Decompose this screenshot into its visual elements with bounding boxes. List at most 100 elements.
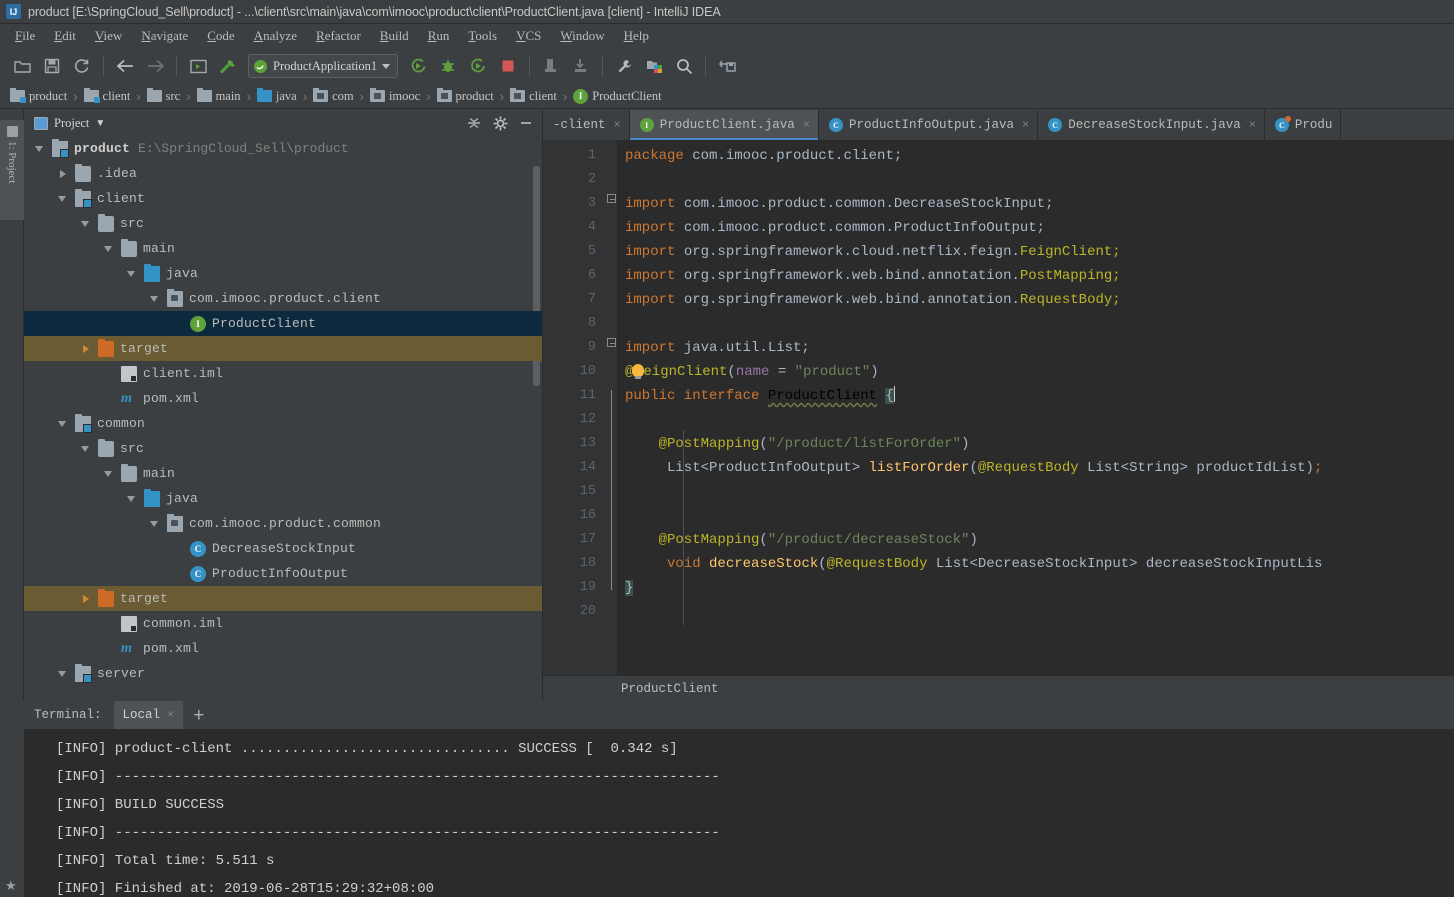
tree-node--idea[interactable]: .idea <box>24 161 542 186</box>
tree-node-product[interactable]: product E:\SpringCloud_Sell\product <box>24 136 542 161</box>
breadcrumb-item-com[interactable]: com <box>313 88 357 104</box>
editor-tab-produ[interactable]: C Produ <box>1264 110 1342 140</box>
breadcrumb-item-java[interactable]: java <box>256 88 300 104</box>
menu-item-analyze[interactable]: Analyze <box>245 26 306 46</box>
intention-bulb-icon[interactable] <box>632 364 645 379</box>
tree-node-java[interactable]: java <box>24 486 542 511</box>
settings-wrench-icon[interactable] <box>610 53 638 79</box>
menu-item-view[interactable]: View <box>86 26 131 46</box>
run-configuration-selector[interactable]: ProductApplication1 <box>248 54 399 78</box>
editor-tab-productclient-java[interactable]: I ProductClient.java × <box>629 110 819 140</box>
breadcrumb-item-imooc[interactable]: imooc <box>369 88 423 104</box>
menu-item-build[interactable]: Build <box>371 26 418 46</box>
terminal-tab-local[interactable]: Local × <box>113 701 184 729</box>
breadcrumb-item-product[interactable]: product <box>10 88 70 104</box>
favorites-star-icon[interactable]: ★ <box>5 878 17 894</box>
close-icon[interactable]: × <box>167 708 174 722</box>
settings-gear-icon[interactable] <box>490 113 510 133</box>
editor-tab-decreasestockinput-java[interactable]: C DecreaseStockInput.java × <box>1038 110 1265 140</box>
collapse-all-icon[interactable] <box>464 113 484 133</box>
tree-node-common[interactable]: common <box>24 411 542 436</box>
expand-arrow-open-icon[interactable] <box>103 243 115 255</box>
project-tree[interactable]: product E:\SpringCloud_Sell\product .idea c… <box>24 136 542 701</box>
code-folding-column[interactable] <box>605 140 617 675</box>
tree-node-java[interactable]: java <box>24 261 542 286</box>
tree-node-com-imooc-product-common[interactable]: com.imooc.product.common <box>24 511 542 536</box>
code-editor[interactable]: 1 2 3 4 5 6 7 8 9 10 11 12 13 14 15 16 17 18 19 20 package … <box>543 140 1454 675</box>
open-console-icon[interactable] <box>184 53 212 79</box>
expand-arrow-open-icon[interactable] <box>149 518 161 530</box>
rail-tab-project[interactable]: 1: Project <box>0 120 24 220</box>
expand-arrow-closed-icon[interactable] <box>57 168 69 180</box>
tree-node-pom-xml[interactable]: m pom.xml <box>24 636 542 661</box>
expand-arrow-open-icon[interactable] <box>80 218 92 230</box>
editor-breadcrumb-text[interactable]: ProductClient <box>621 682 719 696</box>
run-with-coverage-icon[interactable] <box>464 53 492 79</box>
close-icon[interactable]: × <box>1022 118 1029 132</box>
save-all-icon[interactable] <box>38 53 66 79</box>
expand-arrow-closed-icon[interactable] <box>80 343 92 355</box>
navigate-forward-icon[interactable] <box>141 53 169 79</box>
add-terminal-button[interactable]: + <box>183 706 214 725</box>
chevron-down-icon[interactable] <box>382 63 391 69</box>
editor-tab-productinfooutput-java[interactable]: C ProductInfoOutput.java × <box>818 110 1039 140</box>
menu-item-file[interactable]: File <box>6 26 44 46</box>
close-icon[interactable]: × <box>614 118 621 132</box>
tree-node-pom-xml[interactable]: m pom.xml <box>24 386 542 411</box>
expand-arrow-open-icon[interactable] <box>57 418 69 430</box>
close-icon[interactable]: × <box>1249 118 1256 132</box>
menu-item-edit[interactable]: Edit <box>45 26 85 46</box>
tree-node-src[interactable]: src <box>24 211 542 236</box>
expand-arrow-open-icon[interactable] <box>57 668 69 680</box>
fold-marker-imports[interactable] <box>607 194 616 203</box>
tree-node-target[interactable]: target <box>24 336 542 361</box>
hide-panel-icon[interactable] <box>516 113 536 133</box>
tree-node-server[interactable]: server <box>24 661 542 686</box>
run-icon[interactable] <box>404 53 432 79</box>
save-to-db-icon[interactable] <box>713 53 741 79</box>
breadcrumb-item-src[interactable]: src <box>146 88 184 104</box>
breadcrumb-item-productclient[interactable]: I ProductClient <box>573 88 664 104</box>
menu-item-help[interactable]: Help <box>615 26 658 46</box>
fold-marker-import-list[interactable] <box>607 338 616 347</box>
menu-item-vcs[interactable]: VCS <box>507 26 550 46</box>
tree-node-main[interactable]: main <box>24 236 542 261</box>
open-folder-icon[interactable] <box>8 53 36 79</box>
breadcrumb-item-client[interactable]: client <box>83 88 134 104</box>
expand-arrow-open-icon[interactable] <box>103 468 115 480</box>
terminal-output[interactable]: [INFO] product-client ..................… <box>24 729 1454 897</box>
update-app-icon[interactable] <box>537 53 565 79</box>
tree-node-src[interactable]: src <box>24 436 542 461</box>
tree-node-main[interactable]: main <box>24 461 542 486</box>
editor-tab--client[interactable]: -client × <box>543 110 630 140</box>
menu-item-tools[interactable]: Tools <box>459 26 506 46</box>
menu-item-code[interactable]: Code <box>198 26 243 46</box>
tree-node-target[interactable]: target <box>24 586 542 611</box>
expand-arrow-closed-icon[interactable] <box>80 593 92 605</box>
tree-node-productclient[interactable]: I ProductClient <box>24 311 542 336</box>
tree-node-client[interactable]: client <box>24 186 542 211</box>
build-hammer-icon[interactable] <box>214 53 242 79</box>
debug-icon[interactable] <box>434 53 462 79</box>
stop-icon[interactable] <box>494 53 522 79</box>
expand-arrow-open-icon[interactable] <box>126 268 138 280</box>
sync-refresh-icon[interactable] <box>68 53 96 79</box>
expand-arrow-open-icon[interactable] <box>57 193 69 205</box>
tree-node-client-iml[interactable]: client.iml <box>24 361 542 386</box>
breadcrumb-item-product[interactable]: product <box>436 88 497 104</box>
tree-node-productinfooutput[interactable]: C ProductInfoOutput <box>24 561 542 586</box>
project-structure-icon[interactable] <box>640 53 668 79</box>
tree-node-com-imooc-product-client[interactable]: com.imooc.product.client <box>24 286 542 311</box>
breadcrumb-item-client[interactable]: client <box>510 88 560 104</box>
tree-node-common-iml[interactable]: common.iml <box>24 611 542 636</box>
close-icon[interactable]: × <box>803 118 810 132</box>
menu-item-refactor[interactable]: Refactor <box>307 26 370 46</box>
search-everywhere-icon[interactable] <box>670 53 698 79</box>
expand-arrow-open-icon[interactable] <box>149 293 161 305</box>
chevron-down-icon[interactable]: ▼ <box>95 118 105 129</box>
menu-item-window[interactable]: Window <box>551 26 613 46</box>
breadcrumb-item-main[interactable]: main <box>196 88 244 104</box>
deploy-icon[interactable] <box>567 53 595 79</box>
menu-item-run[interactable]: Run <box>419 26 459 46</box>
navigate-back-icon[interactable] <box>111 53 139 79</box>
